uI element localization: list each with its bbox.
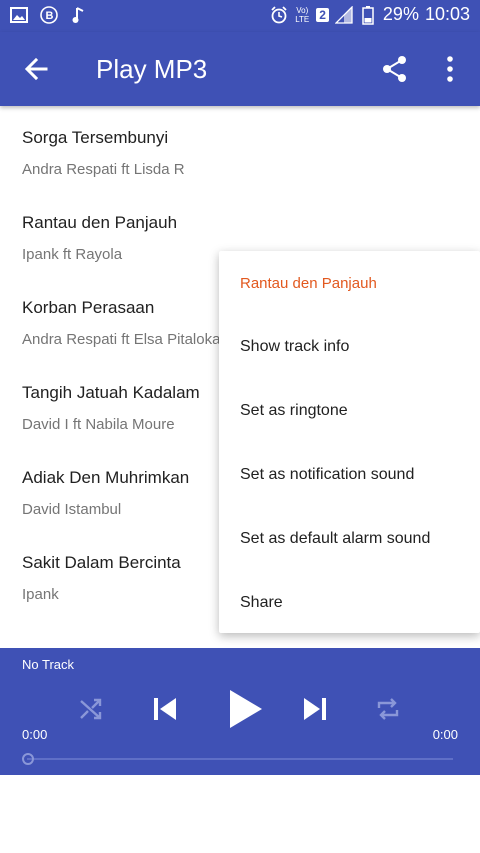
repeat-icon[interactable] <box>372 694 404 724</box>
back-arrow-icon[interactable] <box>20 52 54 86</box>
track-artist: Andra Respati ft Lisda R <box>22 161 185 178</box>
app-toolbar: Play MP3 <box>0 32 480 106</box>
menu-item-share[interactable]: Share <box>240 594 283 612</box>
alarm-icon <box>270 5 288 24</box>
clock: 10:03 <box>424 4 470 24</box>
skip-previous-icon[interactable] <box>148 692 182 726</box>
track-context-menu: Rantau den Panjauh Show track info Set a… <box>219 251 480 633</box>
svg-text:B: B <box>46 10 54 22</box>
menu-item-set-notification[interactable]: Set as notification sound <box>240 466 414 484</box>
track-title: Tangih Jatuah Kadalam <box>22 383 200 402</box>
signal-icon <box>334 5 353 24</box>
status-left-icons: B <box>10 6 88 24</box>
track-title: Korban Perasaan <box>22 298 155 317</box>
menu-item-show-track-info[interactable]: Show track info <box>240 338 349 356</box>
image-icon <box>10 6 28 24</box>
track-artist: David I ft Nabila Moure <box>22 416 175 433</box>
player-bar: No Track 0:00 0:00 <box>0 648 480 775</box>
lte-label: Vo) LTE <box>295 5 310 24</box>
total-time: 0:00 <box>432 727 458 742</box>
now-playing-label: No Track <box>22 657 75 672</box>
page-title: Play MP3 <box>96 54 208 84</box>
skip-next-icon[interactable] <box>298 692 332 726</box>
b-icon: B <box>40 6 58 24</box>
battery-percent: 29% <box>382 4 419 24</box>
elapsed-time: 0:00 <box>22 727 48 742</box>
status-bar: B Vo) LTE 2 29% 10:03 <box>0 0 480 32</box>
track-title: Sorga Tersembunyi <box>22 128 169 147</box>
seek-bar[interactable] <box>27 758 453 760</box>
share-icon[interactable] <box>380 54 410 84</box>
battery-icon <box>359 5 377 25</box>
track-artist: Andra Respati ft Elsa Pitaloka <box>22 331 221 348</box>
track-artist: Ipank <box>22 586 59 603</box>
track-artist: Ipank ft Rayola <box>22 246 123 263</box>
more-vert-icon[interactable] <box>440 54 460 84</box>
seek-thumb[interactable] <box>22 753 34 765</box>
menu-item-set-alarm[interactable]: Set as default alarm sound <box>240 530 430 548</box>
track-title: Adiak Den Muhrimkan <box>22 468 190 487</box>
track-title: Sakit Dalam Bercinta <box>22 553 181 572</box>
track-title: Rantau den Panjauh <box>22 213 178 232</box>
menu-item-set-ringtone[interactable]: Set as ringtone <box>240 402 348 420</box>
sim-badge: 2 <box>316 7 329 22</box>
shuffle-icon[interactable] <box>76 694 106 724</box>
track-artist: David Istambul <box>22 501 122 518</box>
list-item[interactable]: Sorga Tersembunyi Andra Respati ft Lisda… <box>0 106 480 191</box>
status-right-icons: Vo) LTE 2 29% 10:03 <box>270 4 470 25</box>
music-note-icon <box>70 6 88 24</box>
play-icon[interactable] <box>222 686 266 732</box>
menu-header: Rantau den Panjauh <box>240 275 377 292</box>
